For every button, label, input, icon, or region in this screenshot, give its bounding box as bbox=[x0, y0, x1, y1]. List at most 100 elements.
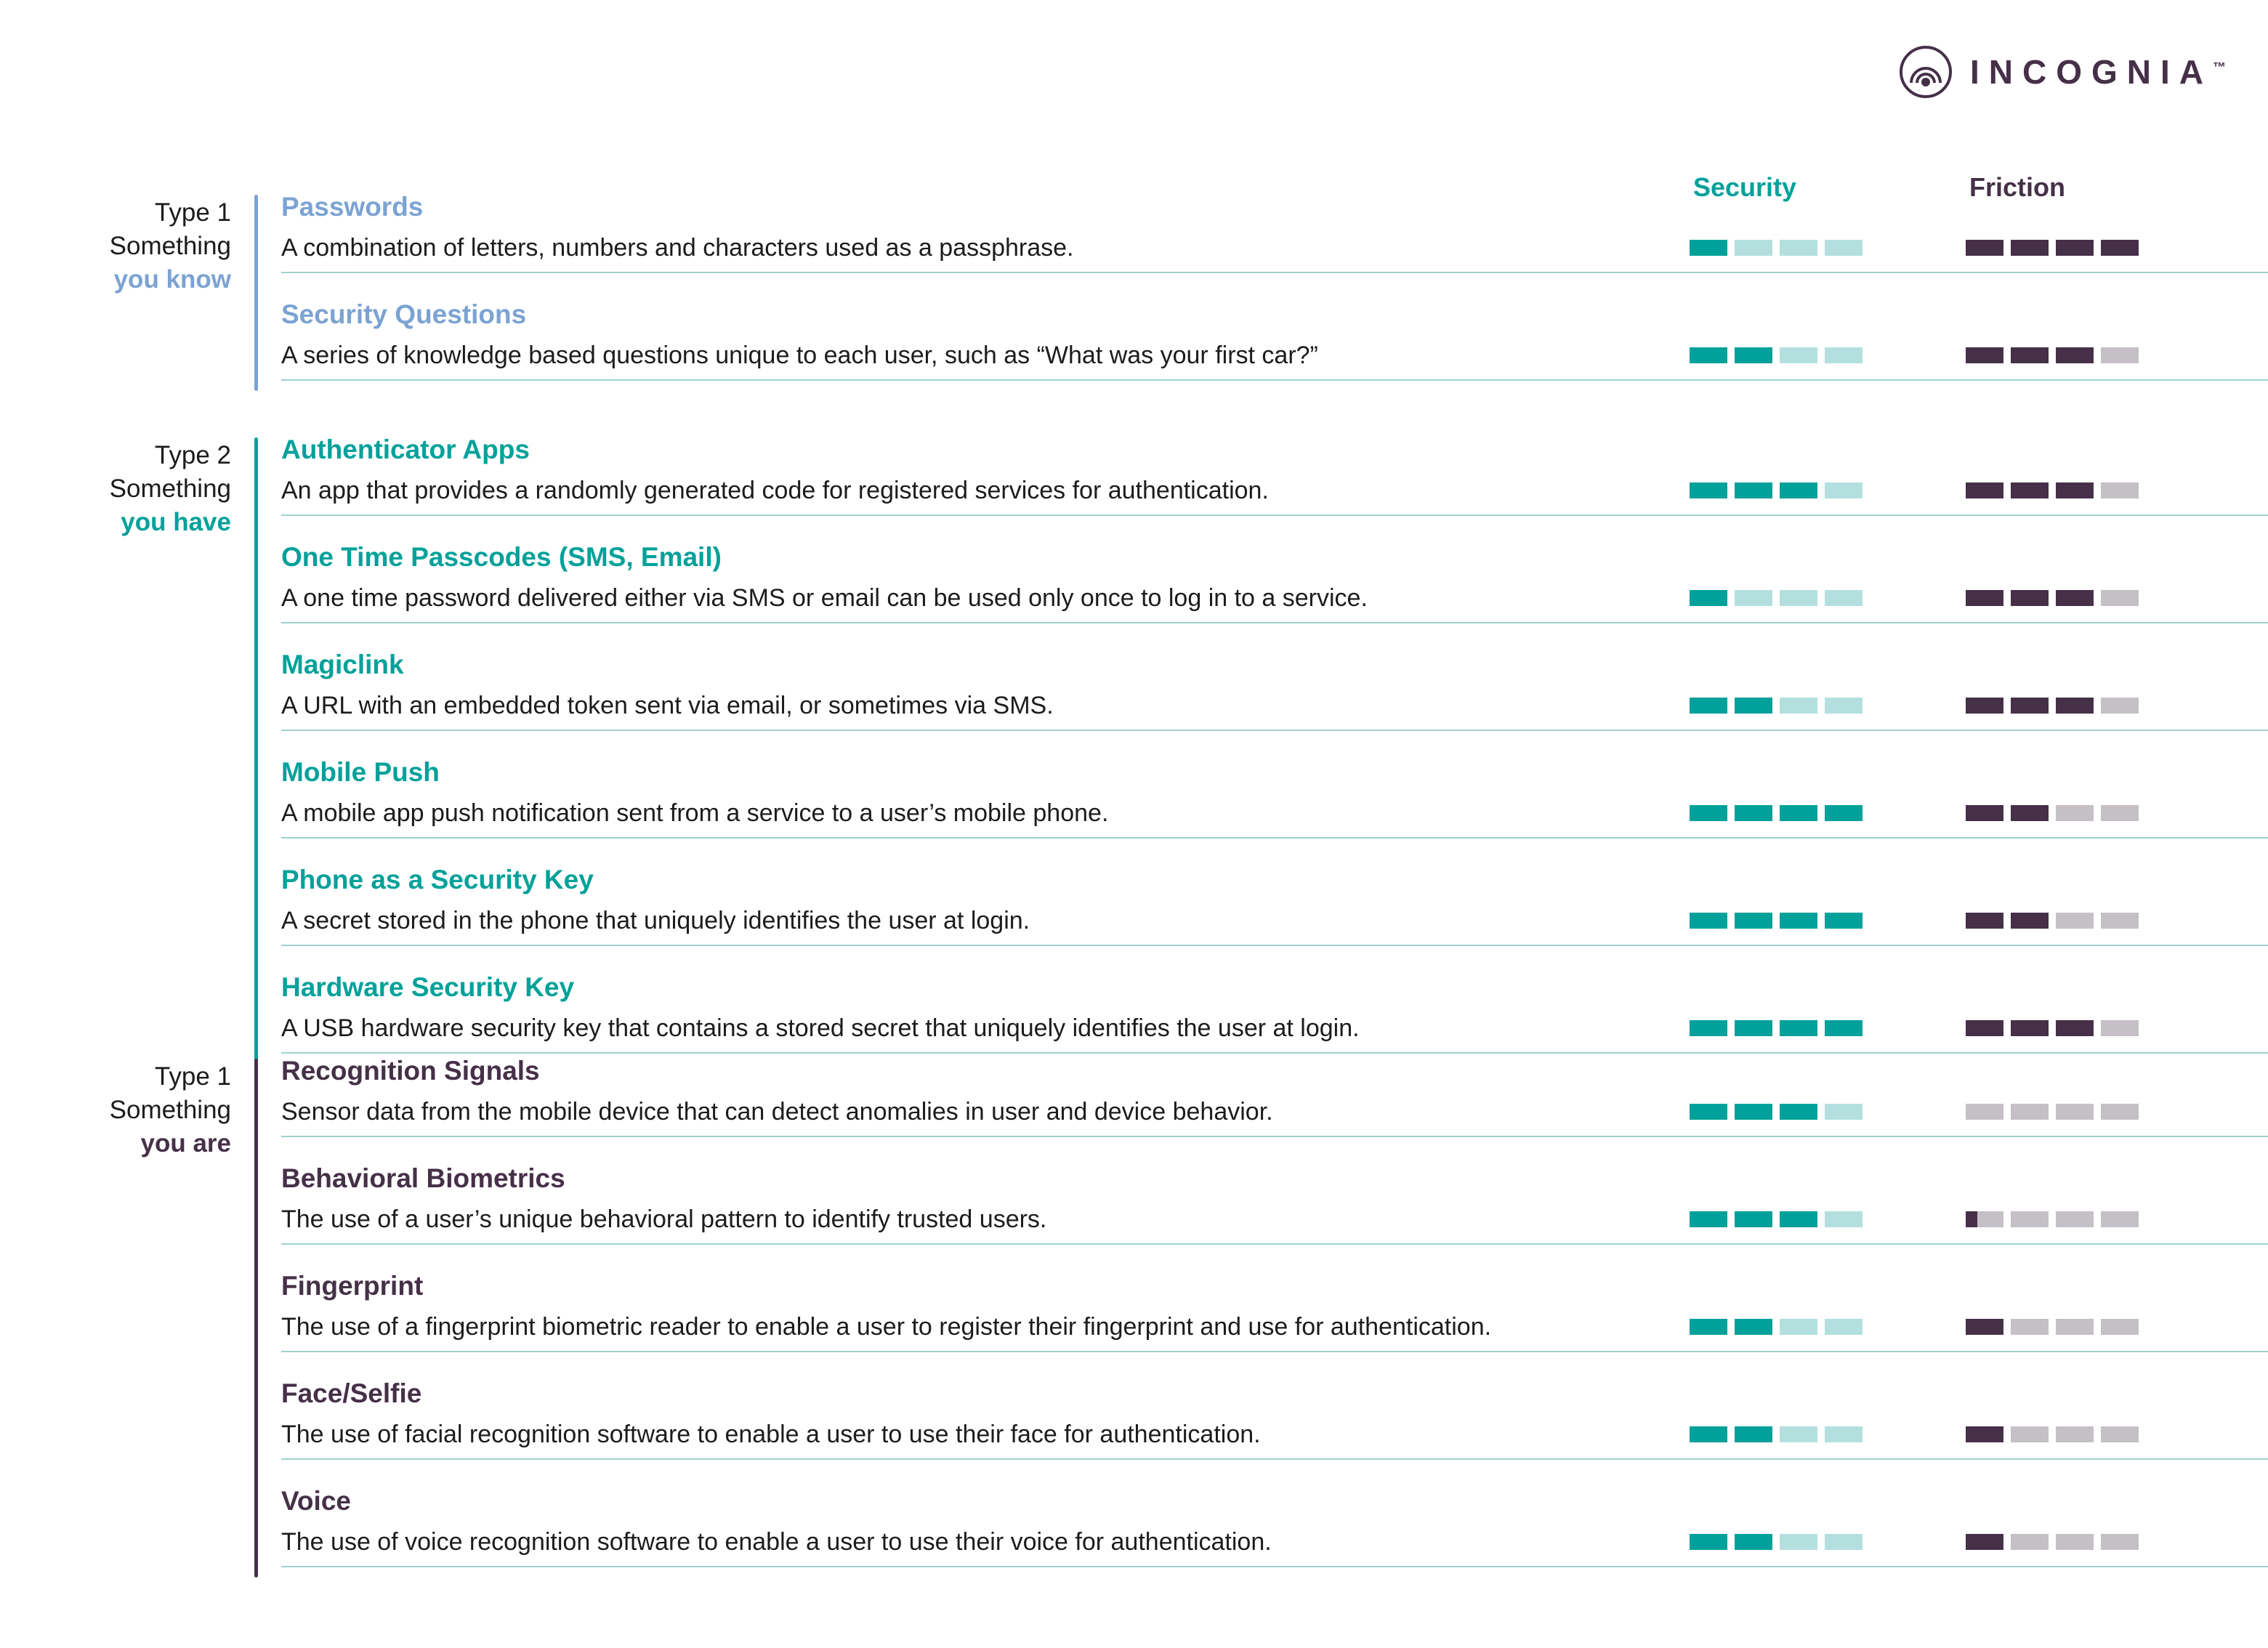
method-row[interactable]: Behavioral BiometricsThe use of a user’s… bbox=[281, 1155, 2268, 1262]
method-row[interactable]: Mobile Push A mobile app push notificatio… bbox=[281, 748, 2268, 856]
security-meter-segment bbox=[1825, 1426, 1863, 1442]
security-meter-segment-fill bbox=[1690, 1211, 1727, 1227]
group-type-label: Type 1 bbox=[0, 1060, 231, 1094]
friction-meter bbox=[1966, 1534, 2139, 1550]
security-meter-segment-fill bbox=[1690, 347, 1727, 363]
friction-meter-segment-fill bbox=[2011, 913, 2049, 929]
group-accent-label: you know bbox=[0, 263, 231, 296]
row-separator bbox=[281, 622, 2268, 623]
friction-meter-segment bbox=[2011, 698, 2049, 714]
method-row[interactable]: Recognition SignalsSensor data from the … bbox=[281, 1047, 2268, 1155]
method-description: An app that provides a randomly generate… bbox=[281, 478, 1269, 503]
security-meter bbox=[1690, 1211, 1863, 1227]
method-row[interactable]: Security QuestionsA series of knowledge … bbox=[281, 291, 2268, 398]
security-meter bbox=[1690, 1534, 1863, 1550]
brand-wordmark: INCOGNIA™ bbox=[1970, 55, 2226, 89]
row-separator bbox=[281, 730, 2268, 731]
friction-meter-segment bbox=[2101, 1211, 2139, 1227]
security-meter-segment bbox=[1735, 1534, 1772, 1550]
security-meter-segment bbox=[1780, 805, 1817, 821]
method-row[interactable]: FingerprintThe use of a fingerprint biom… bbox=[281, 1262, 2268, 1370]
method-row[interactable]: MagiclinkA URL with an embedded token se… bbox=[281, 641, 2268, 748]
friction-meter-segment bbox=[1966, 347, 2003, 363]
friction-meter-segment-fill bbox=[2101, 240, 2139, 256]
security-meter-segment-fill bbox=[1780, 1020, 1817, 1036]
group-rows: Recognition SignalsSensor data from the … bbox=[258, 1047, 2268, 1585]
security-meter-segment-fill bbox=[1690, 1534, 1727, 1550]
security-meter-segment bbox=[1735, 240, 1772, 256]
security-meter-segment bbox=[1780, 913, 1817, 929]
method-row[interactable]: Authenticator AppsAn app that provides a… bbox=[281, 426, 2268, 533]
friction-meter-segment bbox=[2056, 347, 2094, 363]
security-meter-segment-fill bbox=[1825, 913, 1863, 929]
method-meters bbox=[1690, 805, 2227, 823]
friction-meter-segment bbox=[2056, 1104, 2094, 1120]
friction-meter bbox=[1966, 347, 2139, 363]
security-meter-segment bbox=[1690, 1426, 1727, 1442]
security-meter-segment-fill bbox=[1690, 698, 1727, 714]
friction-meter bbox=[1966, 1104, 2139, 1120]
security-meter-segment bbox=[1825, 1104, 1863, 1120]
security-meter-segment bbox=[1735, 347, 1772, 363]
friction-meter-segment bbox=[1966, 1534, 2003, 1550]
security-meter-segment-fill bbox=[1690, 913, 1727, 929]
row-separator bbox=[281, 379, 2268, 381]
friction-meter-segment bbox=[2011, 1104, 2049, 1120]
method-description: The use of a fingerprint biometric reade… bbox=[281, 1314, 1491, 1339]
security-meter-segment-fill bbox=[1735, 1104, 1772, 1120]
friction-meter-segment bbox=[1966, 1104, 2003, 1120]
friction-meter bbox=[1966, 913, 2139, 929]
security-meter-segment-fill bbox=[1690, 1104, 1727, 1120]
method-group: Type 1Somethingyou knowPasswordsA combin… bbox=[0, 183, 2268, 398]
friction-meter bbox=[1966, 482, 2139, 498]
friction-meter-segment bbox=[1966, 482, 2003, 498]
security-meter-segment bbox=[1690, 805, 1727, 821]
security-meter-segment-fill bbox=[1690, 1426, 1727, 1442]
friction-meter bbox=[1966, 1020, 2139, 1036]
security-meter-segment-fill bbox=[1690, 590, 1727, 606]
method-title: Phone as a Security Key bbox=[281, 866, 594, 893]
security-meter-segment-fill bbox=[1735, 482, 1772, 498]
method-description: A mobile app push notification sent from… bbox=[281, 801, 1108, 825]
friction-meter-segment-fill bbox=[1966, 590, 2003, 606]
security-meter-segment bbox=[1690, 347, 1727, 363]
friction-meter-segment bbox=[1966, 590, 2003, 606]
method-title: Mobile Push bbox=[281, 759, 440, 785]
row-separator bbox=[281, 1458, 2268, 1460]
friction-meter-segment bbox=[2011, 805, 2049, 821]
method-title: Behavioral Biometrics bbox=[281, 1165, 565, 1192]
security-meter bbox=[1690, 1104, 1863, 1120]
security-meter bbox=[1690, 805, 1863, 821]
security-meter bbox=[1690, 347, 1863, 363]
security-meter-segment bbox=[1780, 482, 1817, 498]
method-row[interactable]: Phone as a Security KeyA secret stored i… bbox=[281, 856, 2268, 964]
friction-meter-segment bbox=[1966, 805, 2003, 821]
friction-meter-segment bbox=[2101, 1104, 2139, 1120]
friction-meter-segment bbox=[1966, 1319, 2003, 1335]
method-description: Sensor data from the mobile device that … bbox=[281, 1099, 1273, 1124]
security-meter-segment-fill bbox=[1780, 913, 1817, 929]
security-meter-segment bbox=[1690, 913, 1727, 929]
row-separator bbox=[281, 514, 2268, 516]
security-meter bbox=[1690, 1426, 1863, 1442]
group-rows: Authenticator AppsAn app that provides a… bbox=[258, 426, 2268, 1071]
method-row[interactable]: One Time Passcodes (SMS, Email)A one tim… bbox=[281, 533, 2268, 641]
security-meter-segment bbox=[1735, 1319, 1772, 1335]
friction-meter-segment-fill bbox=[1966, 1020, 2003, 1036]
friction-meter-segment bbox=[2101, 1426, 2139, 1442]
method-row[interactable]: VoiceThe use of voice recognition softwa… bbox=[281, 1477, 2268, 1585]
security-meter-segment bbox=[1780, 1319, 1817, 1335]
security-meter-segment bbox=[1735, 913, 1772, 929]
friction-meter-segment bbox=[2056, 1319, 2094, 1335]
incognia-spiral-logo-icon bbox=[1899, 45, 1953, 99]
method-row[interactable]: Face/SelfieThe use of facial recognition… bbox=[281, 1370, 2268, 1477]
security-meter-segment bbox=[1780, 1020, 1817, 1036]
group-something-label: Something bbox=[0, 472, 231, 506]
security-meter-segment bbox=[1780, 698, 1817, 714]
security-meter-segment-fill bbox=[1735, 698, 1772, 714]
method-meters bbox=[1690, 1534, 2227, 1551]
security-meter-segment bbox=[1735, 1426, 1772, 1442]
friction-meter-segment-fill bbox=[1966, 347, 2003, 363]
method-row[interactable]: PasswordsA combination of letters, numbe… bbox=[281, 183, 2268, 291]
security-meter-segment bbox=[1780, 1104, 1817, 1120]
